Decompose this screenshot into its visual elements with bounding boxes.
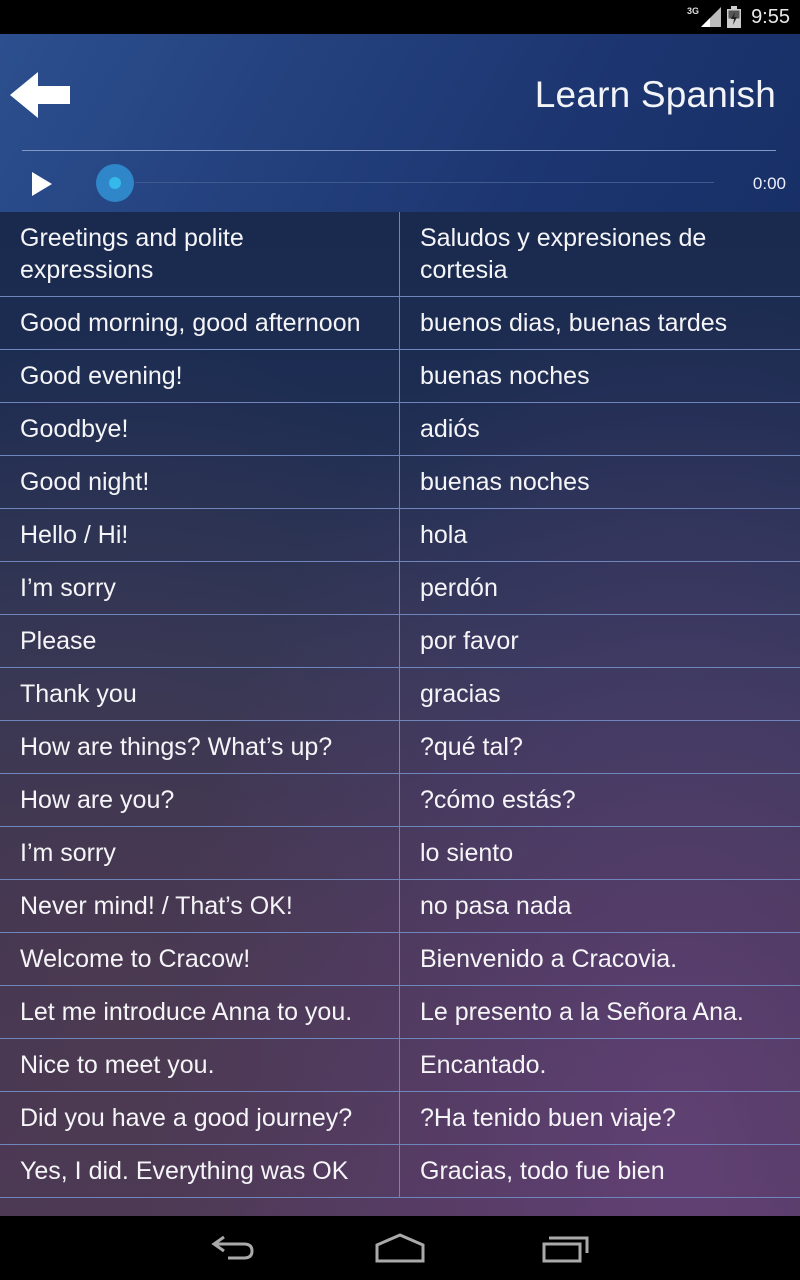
network-type: 3G (687, 6, 700, 16)
phrase-english: Yes, I did. Everything was OK (0, 1145, 400, 1197)
phrase-row[interactable]: Goodbye! adiós (0, 403, 800, 456)
phrase-spanish: adiós (420, 415, 480, 443)
phrase-row[interactable]: Welcome to Cracow! Bienvenido a Cracovia. (0, 933, 800, 986)
phrase-english: I’m sorry (0, 562, 400, 614)
nav-home-button[interactable] (373, 1231, 427, 1265)
phrase-spanish: buenos dias, buenas tardes (420, 309, 728, 337)
app-screen: Learn Spanish 0:00 Greetings and polite … (0, 34, 800, 1216)
phrase-table: Greetings and polite expressions Saludos … (0, 212, 800, 1198)
phrase-english: Thank you (0, 668, 400, 720)
phrase-english: Welcome to Cracow! (0, 933, 400, 985)
phrase-english: Did you have a good journey? (0, 1092, 400, 1144)
phrase-row[interactable]: Let me introduce Anna to you. Le presento… (0, 986, 800, 1039)
play-icon (32, 172, 52, 196)
phrase-english: Good morning, good afternoon (0, 297, 400, 349)
phrase-english: Goodbye! (0, 403, 400, 455)
phrase-spanish: lo siento (420, 839, 514, 867)
phrase-row[interactable]: Good evening! buenas noches (0, 350, 800, 403)
phrase-row[interactable]: Did you have a good journey? ?Ha tenido b… (0, 1092, 800, 1145)
audio-seek-bar[interactable] (135, 182, 714, 183)
header-divider (22, 150, 776, 151)
phrase-spanish: por favor (420, 627, 519, 655)
arrow-left-icon (10, 72, 70, 118)
navigation-bar (0, 1216, 800, 1280)
phrase-spanish: hola (420, 521, 468, 549)
nav-recents-icon (542, 1236, 589, 1263)
phrase-row[interactable]: Hello / Hi! hola (0, 509, 800, 562)
phrase-row[interactable]: I’m sorry perdón (0, 562, 800, 615)
phrase-row[interactable]: I’m sorry lo siento (0, 827, 800, 880)
phrase-spanish: Le presento a la Señora Ana. (420, 998, 744, 1026)
phrase-english: I’m sorry (0, 827, 400, 879)
back-button[interactable] (10, 72, 72, 118)
phrase-row[interactable]: Thank you gracias (0, 668, 800, 721)
phrase-spanish: buenas noches (420, 362, 590, 390)
status-bar: 3G 9:55 (0, 0, 800, 34)
phrase-row[interactable]: Good morning, good afternoon buenos dias,… (0, 297, 800, 350)
phrase-row[interactable]: Yes, I did. Everything was OK Gracias, to… (0, 1145, 800, 1198)
phrase-spanish: Bienvenido a Cracovia. (420, 945, 678, 973)
phrase-row[interactable]: How are things? What’s up? ?qué tal? (0, 721, 800, 774)
nav-recents-button[interactable] (539, 1231, 593, 1265)
clock: 9:55 (751, 5, 790, 28)
signal-icon (701, 7, 722, 27)
phrase-english: Good evening! (0, 350, 400, 402)
nav-back-button[interactable] (207, 1231, 261, 1265)
phrase-english: How are you? (0, 774, 400, 826)
phrase-english: Greetings and polite expressions (0, 212, 400, 296)
nav-home-icon (375, 1233, 425, 1263)
battery-charging-icon (727, 6, 742, 28)
phrase-english: How are things? What’s up? (0, 721, 400, 773)
phrase-spanish: ?qué tal? (420, 733, 523, 761)
phrase-english: Nice to meet you. (0, 1039, 400, 1091)
app-header: Learn Spanish 0:00 (0, 34, 800, 212)
phrase-spanish: ?cómo estás? (420, 786, 576, 814)
seek-thumb[interactable] (96, 164, 134, 202)
phrase-row[interactable]: Greetings and polite expressions Saludos … (0, 212, 800, 297)
phrase-spanish: gracias (420, 680, 501, 708)
phrase-row[interactable]: Nice to meet you. Encantado. (0, 1039, 800, 1092)
phrase-row[interactable]: How are you? ?cómo estás? (0, 774, 800, 827)
phrase-row[interactable]: Never mind! / That’s OK! no pasa nada (0, 880, 800, 933)
phrase-spanish: no pasa nada (420, 892, 572, 920)
elapsed-time: 0:00 (752, 174, 786, 193)
phrase-english: Hello / Hi! (0, 509, 400, 561)
seek-thumb-dot (109, 177, 121, 189)
phrase-spanish: Saludos y expresiones de cortesia (420, 224, 707, 284)
phrase-english: Good night! (0, 456, 400, 508)
phrase-spanish: ?Ha tenido buen viaje? (420, 1104, 676, 1132)
phrase-english: Let me introduce Anna to you. (0, 986, 400, 1038)
phrase-english: Please (0, 615, 400, 667)
phrase-spanish: buenas noches (420, 468, 590, 496)
phrase-english: Never mind! / That’s OK! (0, 880, 400, 932)
phrase-row[interactable]: Please por favor (0, 615, 800, 668)
phrase-spanish: Encantado. (420, 1051, 547, 1079)
page-title: Learn Spanish (534, 74, 776, 115)
phrase-row[interactable]: Good night! buenas noches (0, 456, 800, 509)
phrase-spanish: Gracias, todo fue bien (420, 1157, 665, 1185)
phrase-spanish: perdón (420, 574, 498, 602)
play-button[interactable] (30, 170, 58, 198)
nav-back-icon (211, 1235, 254, 1260)
